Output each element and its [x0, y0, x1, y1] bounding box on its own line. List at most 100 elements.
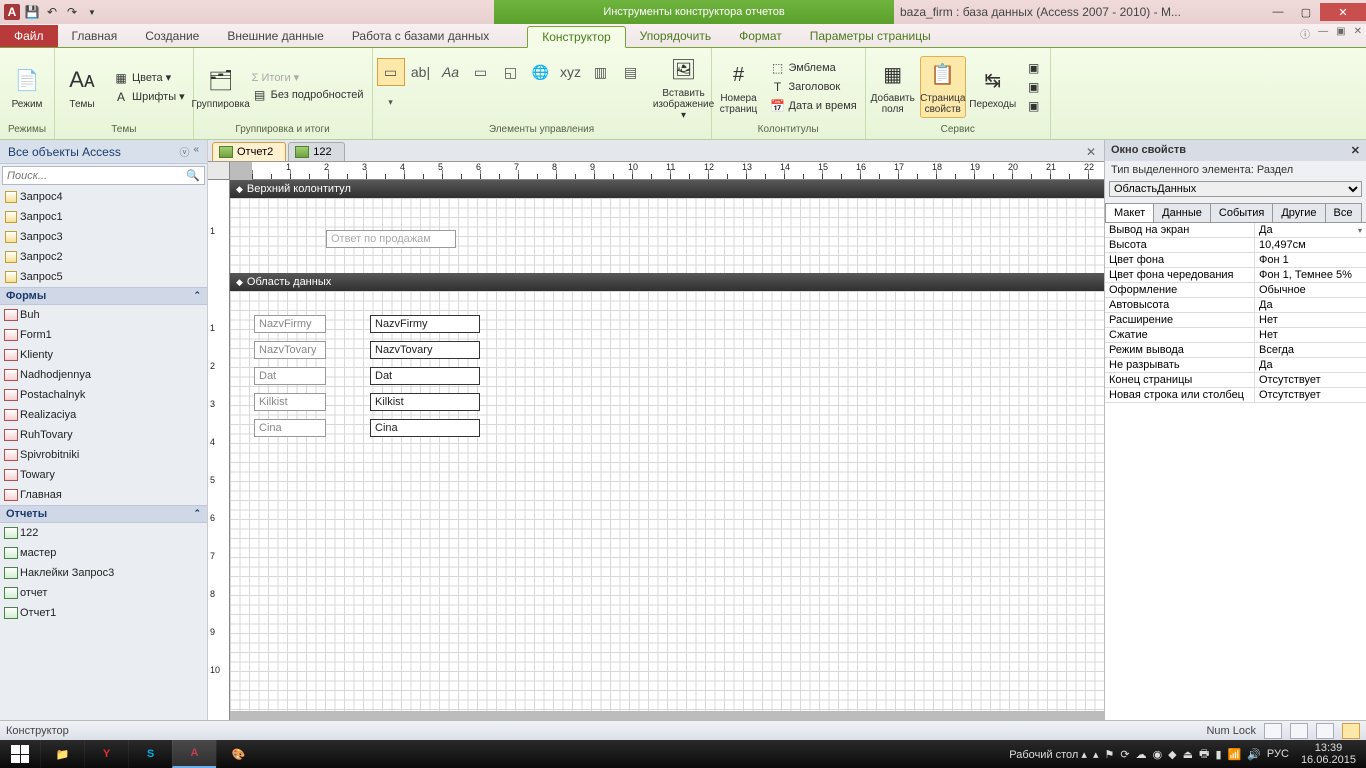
- property-value[interactable]: Отсутствует: [1255, 388, 1366, 402]
- nav-item-report[interactable]: отчет: [0, 583, 207, 603]
- logo-button[interactable]: ⬚Эмблема: [766, 59, 861, 77]
- nav-item-query[interactable]: Запрос2: [0, 247, 207, 267]
- nav-item-report[interactable]: Наклейки Запрос3: [0, 563, 207, 583]
- doc-tabs-close-icon[interactable]: ✕: [1078, 143, 1104, 161]
- totals-button[interactable]: Σ Итоги ▾: [248, 70, 368, 85]
- property-row[interactable]: Цвет фона чередованияФон 1, Темнее 5%: [1105, 268, 1366, 283]
- textbox-tool-icon[interactable]: ab|: [407, 58, 435, 86]
- pointer-tool-icon[interactable]: ▭: [377, 58, 405, 86]
- fonts-button[interactable]: AШрифты ▾: [109, 88, 189, 106]
- field-label[interactable]: Cina: [254, 419, 326, 437]
- field-label[interactable]: Kilkist: [254, 393, 326, 411]
- tab-page-setup[interactable]: Параметры страницы: [796, 25, 945, 47]
- prop-tab-other[interactable]: Другие: [1272, 203, 1325, 222]
- property-value[interactable]: Нет: [1255, 313, 1366, 327]
- taskbar-explorer[interactable]: 📁: [40, 740, 84, 768]
- property-value[interactable]: Всегда: [1255, 343, 1366, 357]
- nav-item-form[interactable]: Form1: [0, 325, 207, 345]
- file-tab[interactable]: Файл: [0, 25, 58, 47]
- close-button[interactable]: ✕: [1320, 3, 1366, 21]
- taskbar-skype[interactable]: S: [128, 740, 172, 768]
- chart-tool-icon[interactable]: ▤: [617, 58, 645, 86]
- datetime-button[interactable]: 📅Дата и время: [766, 97, 861, 115]
- tray-security-icon[interactable]: ⚑: [1104, 748, 1114, 761]
- tool-extra-2[interactable]: ▣: [1022, 78, 1046, 96]
- section-collapse-icon[interactable]: ⌃: [193, 290, 201, 302]
- property-row[interactable]: ОформлениеОбычное: [1105, 283, 1366, 298]
- property-value[interactable]: Фон 1, Темнее 5%: [1255, 268, 1366, 282]
- property-value[interactable]: Да: [1255, 298, 1366, 312]
- property-value[interactable]: 10,497см: [1255, 238, 1366, 252]
- section-bar-header[interactable]: ◆Верхний колонтитул: [230, 180, 1104, 198]
- tray-language[interactable]: РУС: [1267, 748, 1289, 760]
- property-value[interactable]: Фон 1: [1255, 253, 1366, 267]
- prop-tab-all[interactable]: Все: [1325, 203, 1362, 222]
- tab-home[interactable]: Главная: [58, 25, 132, 47]
- nav-item-form[interactable]: Spivrobitniki: [0, 445, 207, 465]
- hide-details-button[interactable]: ▤Без подробностей: [248, 86, 368, 104]
- property-value[interactable]: Да▾: [1255, 223, 1366, 237]
- nav-item-query[interactable]: Запрос3: [0, 227, 207, 247]
- nav-collapse-icon[interactable]: «: [193, 144, 199, 159]
- nav-item-form[interactable]: RuhTovary: [0, 425, 207, 445]
- dropdown-icon[interactable]: ▾: [1358, 226, 1362, 235]
- horizontal-ruler[interactable]: 12345678910111213141516171819202122: [252, 162, 1104, 180]
- prop-tab-layout[interactable]: Макет: [1105, 203, 1154, 222]
- vertical-ruler[interactable]: 123456789101: [208, 180, 230, 724]
- tray-battery-icon[interactable]: ▮: [1215, 748, 1221, 761]
- ruler-corner[interactable]: [208, 162, 230, 180]
- field-textbox[interactable]: Dat: [370, 367, 480, 385]
- page-header-section[interactable]: Ответ по продажам: [230, 198, 1104, 273]
- combobox-tool-icon[interactable]: xyz: [557, 58, 585, 86]
- field-label[interactable]: NazvFirmy: [254, 315, 326, 333]
- tab-database-tools[interactable]: Работа с базами данных: [338, 25, 503, 47]
- property-row[interactable]: Высота10,497см: [1105, 238, 1366, 253]
- field-label[interactable]: NazvTovary: [254, 341, 326, 359]
- property-row[interactable]: Вывод на экранДа▾: [1105, 223, 1366, 238]
- grouping-button[interactable]: 🗂 Группировка: [198, 63, 244, 112]
- minimize-button[interactable]: —: [1264, 3, 1292, 21]
- section-bar-detail[interactable]: ◆Область данных: [230, 273, 1104, 291]
- tab-designer[interactable]: Конструктор: [527, 26, 625, 48]
- section-collapse-icon[interactable]: ⌃: [193, 508, 201, 520]
- prop-tab-events[interactable]: События: [1210, 203, 1273, 222]
- redo-icon[interactable]: ↷: [64, 4, 80, 20]
- tray-sync-icon[interactable]: ⟳: [1120, 748, 1129, 761]
- property-row[interactable]: Цвет фонаФон 1: [1105, 253, 1366, 268]
- property-row[interactable]: СжатиеНет: [1105, 328, 1366, 343]
- field-textbox[interactable]: Kilkist: [370, 393, 480, 411]
- button-tool-icon[interactable]: ▭: [467, 58, 495, 86]
- mdi-restore-icon[interactable]: ▣: [1336, 26, 1345, 41]
- property-value[interactable]: Отсутствует: [1255, 373, 1366, 387]
- mdi-close-icon[interactable]: ✕: [1354, 26, 1362, 41]
- property-row[interactable]: Конец страницыОтсутствует: [1105, 373, 1366, 388]
- property-row[interactable]: Режим выводаВсегда: [1105, 343, 1366, 358]
- nav-dropdown-icon[interactable]: ⓥ: [179, 144, 189, 159]
- property-value[interactable]: Обычное: [1255, 283, 1366, 297]
- tray-volume-icon[interactable]: 🔊: [1247, 748, 1261, 761]
- nav-header[interactable]: Все объекты Access ⓥ«: [0, 140, 207, 164]
- field-textbox[interactable]: NazvFirmy: [370, 315, 480, 333]
- nav-item-form[interactable]: Главная: [0, 485, 207, 505]
- report-title-control[interactable]: Ответ по продажам: [326, 230, 456, 248]
- tool-extra-3[interactable]: ▣: [1022, 97, 1046, 115]
- tab-format[interactable]: Формат: [725, 25, 796, 47]
- tray-updater-icon[interactable]: ◆: [1168, 748, 1176, 761]
- nav-item-form[interactable]: Towary: [0, 465, 207, 485]
- mdi-minimize-icon[interactable]: —: [1318, 26, 1328, 41]
- view-design-icon[interactable]: [1342, 723, 1360, 739]
- undo-icon[interactable]: ↶: [44, 4, 60, 20]
- nav-item-query[interactable]: Запрос1: [0, 207, 207, 227]
- search-icon[interactable]: 🔍: [182, 167, 204, 184]
- view-report-icon[interactable]: [1264, 723, 1282, 739]
- access-app-icon[interactable]: A: [4, 4, 20, 20]
- nav-item-form[interactable]: Realizaciya: [0, 405, 207, 425]
- field-textbox[interactable]: Cina: [370, 419, 480, 437]
- property-value[interactable]: Нет: [1255, 328, 1366, 342]
- controls-gallery[interactable]: ▭ ab| Aa ▭ ◱ 🌐 xyz ▥ ▤ ▾: [377, 58, 657, 116]
- property-sheet-button[interactable]: 📋 Страница свойств: [920, 56, 966, 118]
- ribbon-help-icon[interactable]: ⓘ: [1300, 26, 1310, 41]
- property-row[interactable]: АвтовысотаДа: [1105, 298, 1366, 313]
- view-button[interactable]: 📄 Режим: [4, 63, 50, 112]
- tray-network-icon[interactable]: 📶: [1228, 748, 1242, 761]
